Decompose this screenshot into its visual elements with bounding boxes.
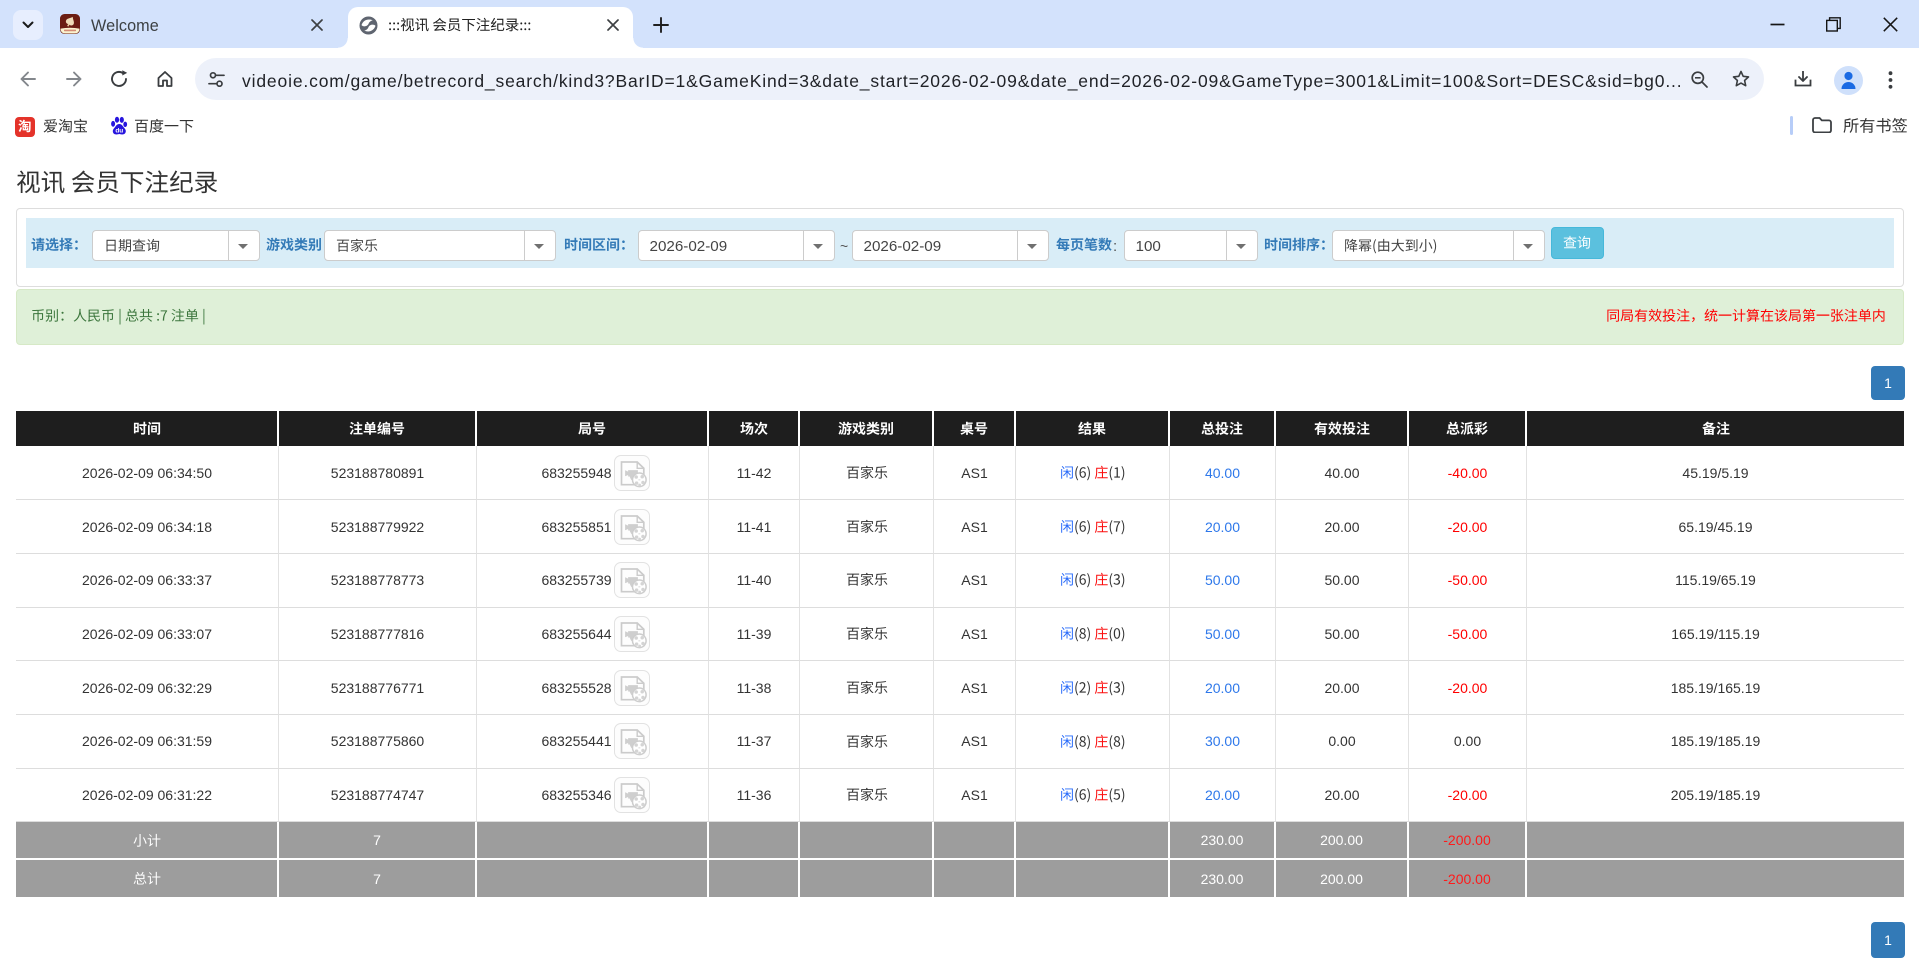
svg-text:du: du: [115, 127, 123, 134]
